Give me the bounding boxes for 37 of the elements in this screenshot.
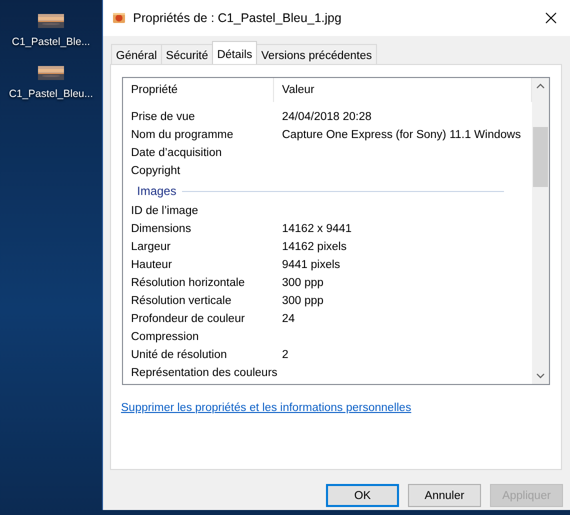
property-name: Date d’acquisition: [130, 147, 223, 159]
property-name: Largeur: [130, 241, 172, 253]
property-name: Dimensions: [130, 223, 192, 235]
desktop-icon-label[interactable]: C1_Pastel_Ble...: [12, 36, 90, 48]
property-name: Résolution horizontale: [130, 277, 246, 289]
window-title: Propriétés de : C1_Pastel_Bleu_1.jpg: [133, 11, 342, 25]
property-name: ID de l’image: [130, 205, 200, 217]
property-name: Compression: [130, 331, 200, 343]
tab[interactable]: Général: [111, 44, 162, 64]
property-value: 9441 pixels: [281, 259, 340, 271]
app-icon: [111, 10, 127, 26]
property-name: Prise de vue: [130, 111, 196, 123]
tab[interactable]: Versions précédentes: [256, 44, 377, 64]
tab[interactable]: Détails: [212, 41, 258, 64]
property-name: Nom du programme: [130, 129, 234, 141]
property-name: Unité de résolution: [130, 349, 228, 361]
dialog-button[interactable]: Annuler: [408, 484, 481, 507]
property-name: Hauteur: [130, 259, 173, 271]
property-value: 24/04/2018 20:28: [281, 111, 372, 123]
property-value: Capture One Express (for Sony) 11.1 Windows: [281, 129, 521, 141]
scroll-thumb[interactable]: [533, 127, 548, 187]
property-value: 300 ppp: [281, 277, 324, 289]
property-value: 24: [281, 313, 295, 325]
group-header: Images: [137, 184, 176, 198]
property-name: Résolution verticale: [130, 295, 232, 307]
property-name: Profondeur de couleur: [130, 313, 246, 325]
scrollbar[interactable]: [532, 78, 549, 384]
property-value: 14162 x 9441: [281, 223, 352, 235]
property-name: Copyright: [130, 165, 182, 177]
desktop-icon-label[interactable]: C1_Pastel_Bleu...: [8, 88, 94, 100]
remove-properties-link[interactable]: Supprimer les propriétés et les informations personnelles: [121, 402, 550, 414]
property-value: 2: [281, 349, 288, 361]
column-header[interactable]: Propriété: [123, 78, 274, 102]
property-value: 14162 pixels: [281, 241, 347, 253]
property-name: Représentation des couleurs: [130, 367, 278, 379]
dialog-button[interactable]: OK: [326, 484, 399, 507]
property-value: 300 ppp: [281, 295, 324, 307]
